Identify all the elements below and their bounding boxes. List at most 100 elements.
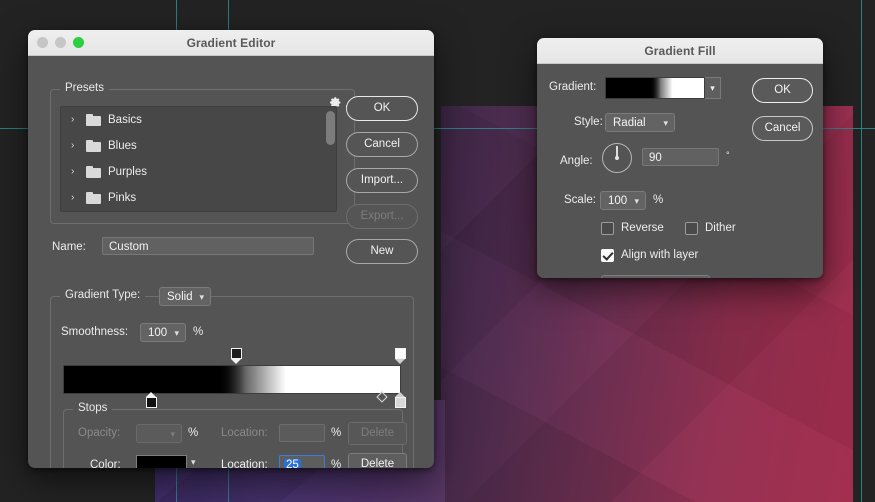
style-value: Radial bbox=[613, 117, 646, 129]
import-button[interactable]: Import... bbox=[346, 168, 418, 193]
export-button: Export... bbox=[346, 204, 418, 229]
gradient-type-select[interactable]: Solid ▾ bbox=[159, 287, 211, 306]
style-label: Style: bbox=[574, 116, 603, 128]
gradient-editor-titlebar[interactable]: Gradient Editor bbox=[28, 30, 434, 56]
angle-input[interactable]: 90 bbox=[642, 148, 719, 166]
align-with-layer-label[interactable]: Align with layer bbox=[621, 249, 698, 261]
style-select[interactable]: Radial ▾ bbox=[605, 113, 675, 132]
color-stop-end[interactable] bbox=[395, 397, 406, 408]
chevron-right-icon[interactable]: › bbox=[71, 193, 79, 203]
chevron-down-icon: ▾ bbox=[634, 196, 639, 206]
color-location-input[interactable]: 25 bbox=[279, 455, 325, 468]
ok-button[interactable]: OK bbox=[346, 96, 418, 121]
opacity-stop-selected[interactable] bbox=[231, 348, 242, 359]
preset-label: Pinks bbox=[108, 192, 137, 204]
gradient-label: Gradient: bbox=[549, 81, 597, 93]
opacity-delete-button: Delete bbox=[348, 422, 407, 445]
gradient-fill-body: Gradient: ▾ Style: Radial ▾ Angle: 90 ° … bbox=[537, 64, 823, 278]
zoom-button[interactable] bbox=[73, 37, 84, 48]
gradient-fill-title: Gradient Fill bbox=[644, 43, 716, 58]
gradient-fill-titlebar[interactable]: Gradient Fill bbox=[537, 38, 823, 64]
cancel-button[interactable]: Cancel bbox=[346, 132, 418, 157]
gradient-editor-dialog: Gradient Editor Presets › Basics › Blues… bbox=[28, 30, 434, 468]
angle-unit: ° bbox=[726, 150, 730, 160]
gradient-type-label: Gradient Type: bbox=[60, 289, 146, 301]
color-location-label: Location: bbox=[221, 459, 268, 468]
scale-value: 100 bbox=[608, 195, 628, 207]
reverse-label[interactable]: Reverse bbox=[621, 222, 664, 234]
list-item[interactable]: › Purples bbox=[61, 159, 336, 185]
opacity-stop-pointer-icon bbox=[231, 359, 241, 364]
presets-scrollbar[interactable] bbox=[326, 109, 335, 209]
minimize-button[interactable] bbox=[55, 37, 66, 48]
smoothness-select[interactable]: 100 ▾ bbox=[140, 323, 186, 342]
dither-checkbox[interactable] bbox=[685, 222, 698, 235]
list-item[interactable]: › Basics bbox=[61, 107, 336, 133]
color-location-value: 25 bbox=[284, 459, 301, 468]
name-label: Name: bbox=[52, 241, 86, 253]
presets-list[interactable]: › Basics › Blues › Purples › Pinks bbox=[60, 106, 337, 212]
chevron-down-icon[interactable]: ▾ bbox=[191, 457, 196, 468]
gradient-preview-bar[interactable] bbox=[63, 365, 401, 394]
reverse-checkbox[interactable] bbox=[601, 222, 614, 235]
smoothness-value: 100 bbox=[148, 327, 168, 339]
gradient-editor-body: Presets › Basics › Blues › Purples › Pin… bbox=[28, 56, 434, 468]
gradient-type-value: Solid bbox=[167, 291, 193, 303]
preset-label: Blues bbox=[108, 140, 137, 152]
angle-label: Angle: bbox=[560, 155, 593, 167]
preset-label: Purples bbox=[108, 166, 147, 178]
stops-group: Stops Opacity: ▾ % Location: % Delete Co… bbox=[63, 402, 407, 468]
dither-label[interactable]: Dither bbox=[705, 222, 736, 234]
folder-icon bbox=[86, 140, 101, 152]
opacity-select: ▾ bbox=[136, 424, 182, 443]
opacity-label: Opacity: bbox=[78, 427, 121, 439]
gradient-type-group: Gradient Type: Solid ▾ Smoothness: 100 ▾… bbox=[50, 287, 414, 468]
presets-group: Presets › Basics › Blues › Purples › Pin… bbox=[50, 82, 355, 224]
scale-select[interactable]: 100 ▾ bbox=[600, 191, 646, 210]
scale-label: Scale: bbox=[564, 194, 596, 206]
opacity-stop-end[interactable] bbox=[395, 348, 406, 359]
name-input[interactable]: Custom bbox=[102, 237, 314, 255]
folder-icon bbox=[86, 166, 101, 178]
align-with-layer-checkbox[interactable] bbox=[601, 249, 614, 262]
color-location-unit: % bbox=[331, 459, 342, 468]
gradient-fill-ok-button[interactable]: OK bbox=[752, 78, 813, 103]
folder-icon bbox=[86, 192, 101, 204]
chevron-right-icon[interactable]: › bbox=[71, 115, 79, 125]
color-stop-selected[interactable] bbox=[146, 397, 157, 408]
guide-vertical-right bbox=[861, 0, 862, 502]
gradient-fill-cancel-button[interactable]: Cancel bbox=[752, 116, 813, 141]
presets-label: Presets bbox=[60, 82, 109, 94]
chevron-down-icon: ▾ bbox=[663, 118, 668, 128]
opacity-location-unit: % bbox=[331, 427, 342, 439]
chevron-right-icon[interactable]: › bbox=[71, 167, 79, 177]
new-button[interactable]: New bbox=[346, 239, 418, 264]
opacity-location-label: Location: bbox=[221, 427, 268, 439]
preset-label: Basics bbox=[108, 114, 142, 126]
smoothness-unit: % bbox=[193, 326, 204, 338]
opacity-stop-pointer-icon bbox=[395, 359, 405, 364]
angle-dial[interactable] bbox=[602, 143, 632, 173]
smoothness-label: Smoothness: bbox=[61, 326, 129, 338]
list-item[interactable]: › Blues bbox=[61, 133, 336, 159]
color-label: Color: bbox=[90, 459, 121, 468]
scrollbar-thumb[interactable] bbox=[326, 111, 335, 145]
window-controls bbox=[37, 30, 84, 55]
chevron-down-icon[interactable]: ▾ bbox=[705, 77, 721, 99]
folder-icon bbox=[86, 114, 101, 126]
scale-unit: % bbox=[653, 194, 664, 206]
list-item[interactable]: › Pinks bbox=[61, 185, 336, 211]
color-delete-button[interactable]: Delete bbox=[348, 453, 407, 468]
close-button[interactable] bbox=[37, 37, 48, 48]
stops-label: Stops bbox=[73, 402, 113, 414]
color-swatch[interactable] bbox=[136, 455, 187, 468]
gradient-fill-dialog: Gradient Fill Gradient: ▾ Style: Radial … bbox=[537, 38, 823, 278]
opacity-unit: % bbox=[188, 427, 199, 439]
chevron-down-icon: ▾ bbox=[170, 429, 175, 439]
chevron-right-icon[interactable]: › bbox=[71, 141, 79, 151]
opacity-location-input bbox=[279, 424, 325, 442]
gradient-preview-swatch[interactable] bbox=[605, 77, 705, 99]
chevron-down-icon: ▾ bbox=[199, 292, 204, 302]
reset-alignment-button[interactable]: Reset Alignment bbox=[601, 275, 710, 278]
gradient-editor-title: Gradient Editor bbox=[186, 35, 276, 50]
